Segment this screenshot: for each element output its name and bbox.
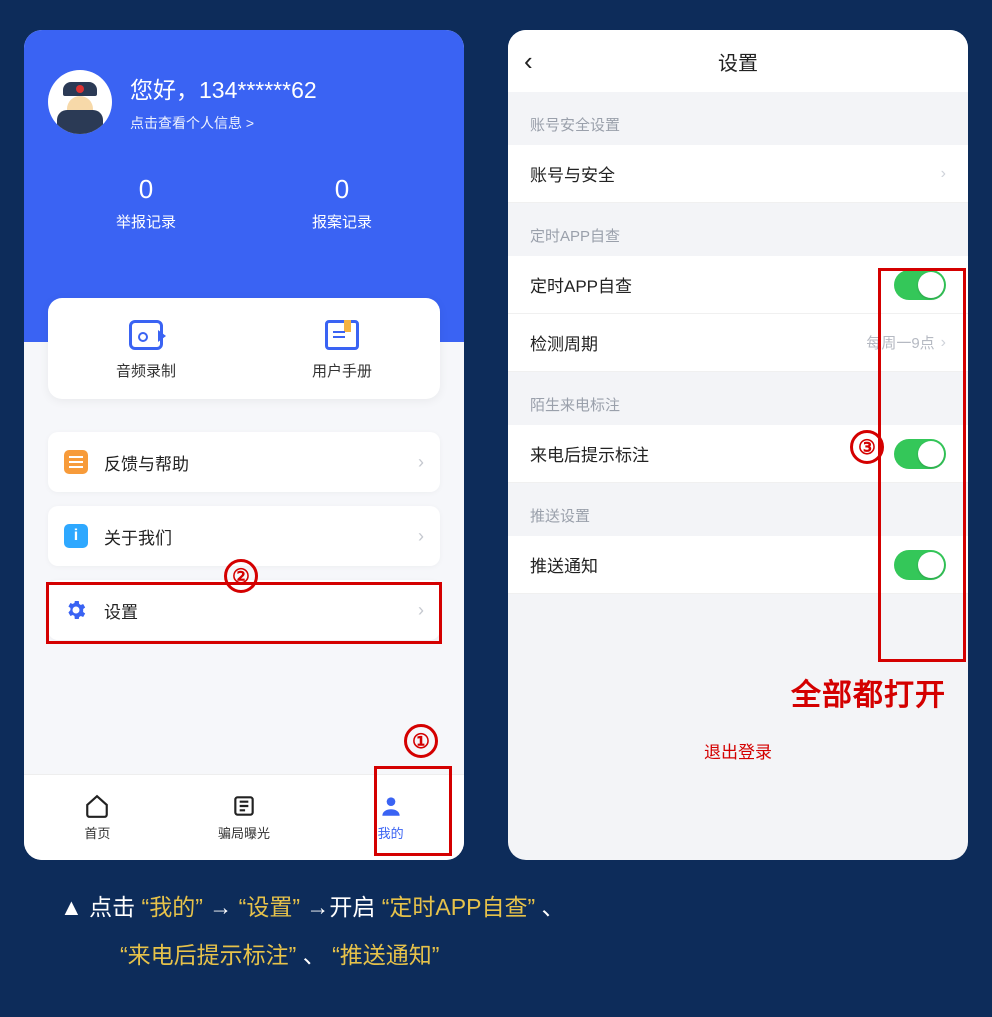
- logout-button[interactable]: 退出登录: [508, 718, 968, 783]
- news-icon: [231, 793, 257, 819]
- row-label: 检测周期: [530, 330, 598, 355]
- stat-value: 0: [48, 174, 244, 205]
- chevron-right-icon: ›: [418, 452, 424, 473]
- row-account-security[interactable]: 账号与安全 ›: [508, 145, 968, 203]
- profile-hint[interactable]: 点击查看个人信息 >: [130, 113, 317, 133]
- stat-case[interactable]: 0 报案记录: [244, 174, 440, 232]
- highlight-box-toggles: [878, 268, 966, 662]
- stat-label: 举报记录: [48, 211, 244, 232]
- info-icon: i: [64, 524, 88, 548]
- menu-label: 反馈与帮助: [104, 450, 189, 475]
- clipboard-icon: [64, 450, 88, 474]
- settings-screen: ‹ 设置 账号安全设置 账号与安全 › 定时APP自查 定时APP自查 检测周期…: [508, 30, 968, 860]
- avatar: [48, 70, 112, 134]
- menu-about[interactable]: i 关于我们 ›: [48, 506, 440, 566]
- page-title: 设置: [718, 47, 758, 76]
- profile-screen: 您好，134******62 点击查看个人信息 > 0 举报记录 0 报案记录 …: [24, 30, 464, 860]
- row-label: 账号与安全: [530, 161, 615, 186]
- highlight-box-mine-tab: [374, 766, 452, 856]
- instruction-caption-line2: “来电后提示标注” 、 “推送通知”: [120, 934, 932, 978]
- menu-label: 关于我们: [104, 524, 172, 549]
- tool-label: 音频录制: [48, 360, 244, 381]
- chevron-right-icon: ›: [418, 526, 424, 547]
- stat-value: 0: [244, 174, 440, 205]
- menu-feedback[interactable]: 反馈与帮助 ›: [48, 432, 440, 492]
- stat-label: 报案记录: [244, 211, 440, 232]
- chevron-right-icon: ›: [941, 165, 946, 183]
- book-icon: [325, 320, 359, 350]
- home-icon: [84, 793, 110, 819]
- annotation-1: ①: [404, 724, 438, 758]
- tab-expose[interactable]: 骗局曝光: [171, 775, 318, 860]
- nav-bar: ‹ 设置: [508, 30, 968, 92]
- greeting: 您好，134******62: [130, 71, 317, 105]
- tool-audio[interactable]: 音频录制: [48, 320, 244, 381]
- instruction-caption-line1: ▲ 点击 “我的” → “设置” →开启 “定时APP自查” 、: [60, 886, 932, 930]
- tool-manual[interactable]: 用户手册: [244, 320, 440, 381]
- annotation-all-on: 全部都打开: [791, 670, 946, 714]
- stats-row: 0 举报记录 0 报案记录: [48, 174, 440, 232]
- profile-hero: 您好，134******62 点击查看个人信息 > 0 举报记录 0 报案记录: [24, 30, 464, 342]
- tool-label: 用户手册: [244, 360, 440, 381]
- user-block[interactable]: 您好，134******62 点击查看个人信息 >: [48, 70, 440, 134]
- highlight-box-settings: [46, 582, 442, 644]
- tools-card: 音频录制 用户手册: [48, 298, 440, 399]
- stat-report[interactable]: 0 举报记录: [48, 174, 244, 232]
- section-timer-title: 定时APP自查: [508, 203, 968, 256]
- row-label: 定时APP自查: [530, 272, 632, 297]
- tab-label: 骗局曝光: [218, 823, 270, 842]
- row-label: 推送通知: [530, 552, 598, 577]
- row-label: 来电后提示标注: [530, 441, 649, 466]
- tab-home[interactable]: 首页: [24, 775, 171, 860]
- video-record-icon: [129, 320, 163, 350]
- section-account-title: 账号安全设置: [508, 92, 968, 145]
- tab-label: 首页: [84, 823, 110, 842]
- back-icon[interactable]: ‹: [524, 46, 533, 77]
